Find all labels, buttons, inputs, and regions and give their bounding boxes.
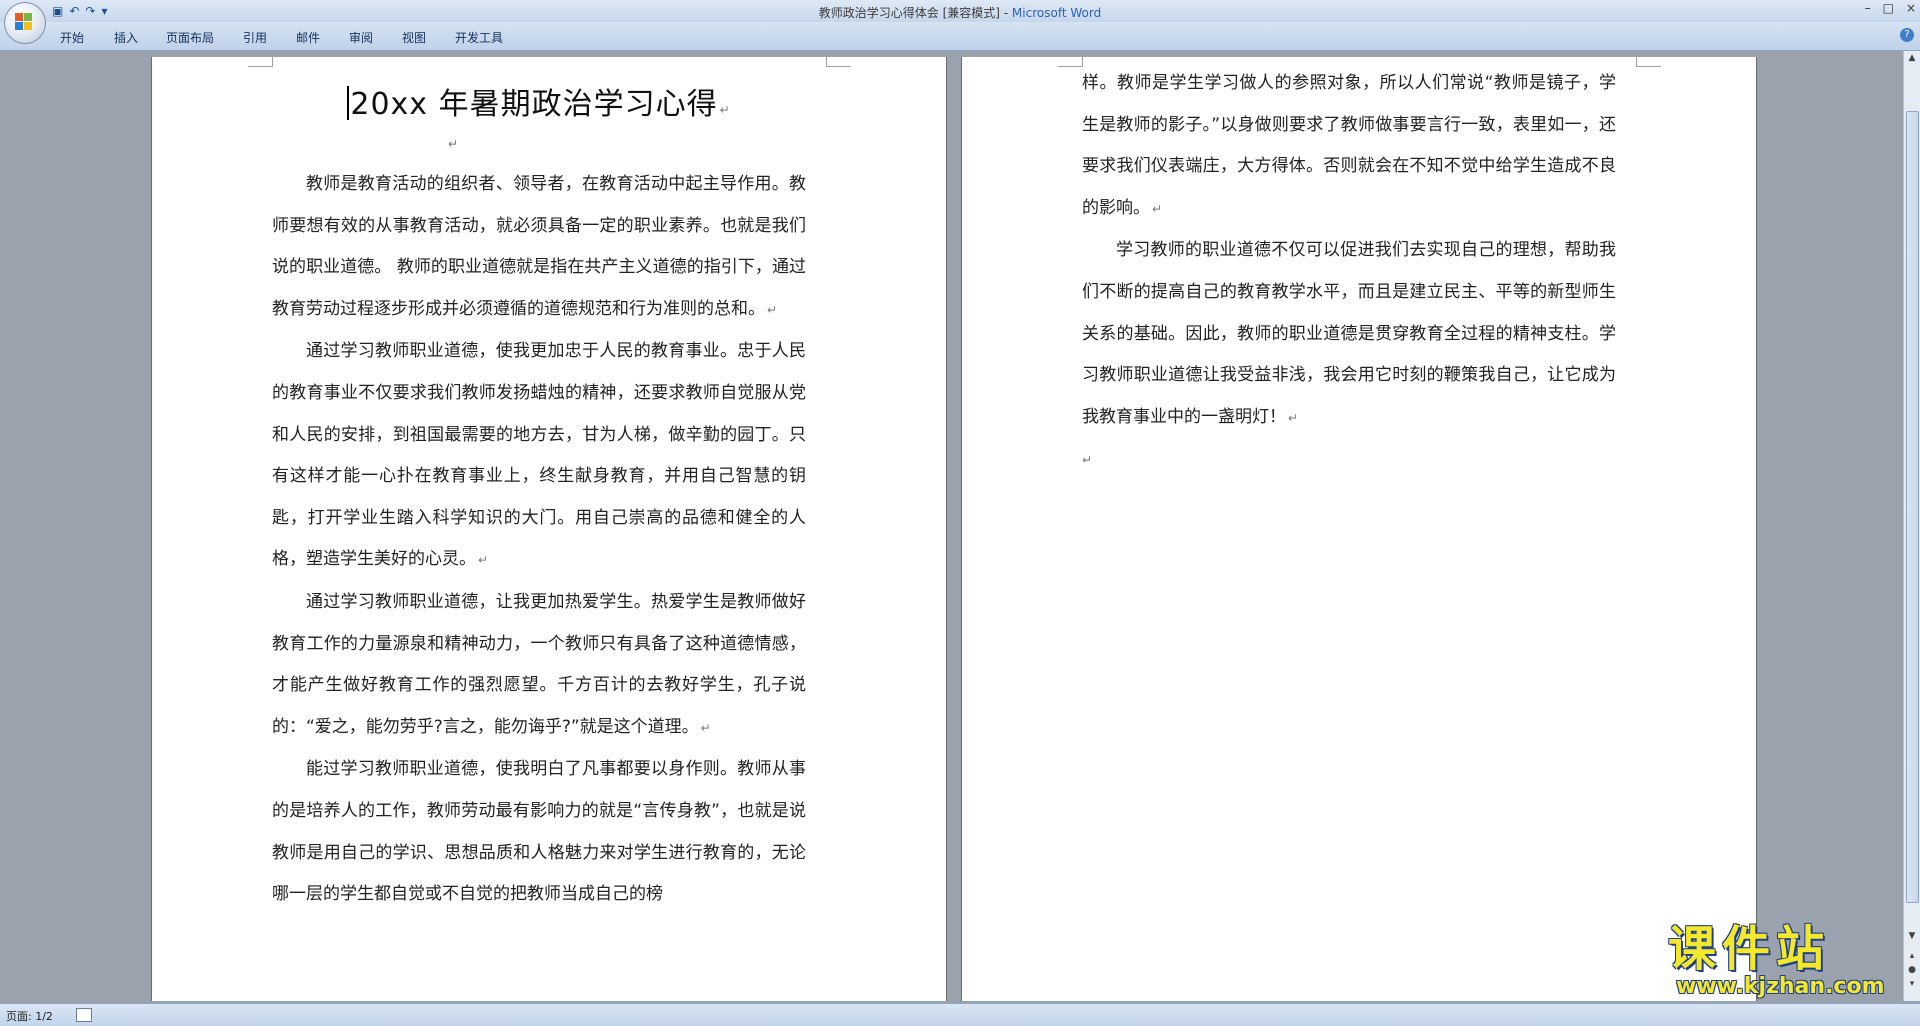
- tab-developer[interactable]: 开发工具: [455, 29, 503, 46]
- crop-mark: [248, 56, 273, 67]
- document-page-2[interactable]: 样。教师是学生学习做人的参照对象，所以人们常说“教师是镜子，学生是教师的影子。”…: [962, 56, 1756, 1001]
- paragraph: 学习教师的职业道德不仅可以促进我们去实现自己的理想，帮助我们不断的提高自己的教育…: [1082, 240, 1616, 427]
- paragraph: 能过学习教师职业道德，使我明白了凡事都要以身作则。教师从事的是培养人的工作，教师…: [272, 759, 806, 905]
- paragraph: 教师是教育活动的组织者、领导者，在教育活动中起主导作用。教师要想有效的从事教育活…: [272, 174, 806, 319]
- crop-mark: [1058, 56, 1083, 67]
- title-bar: ▣ ↶ ↷ ▾ 教师政治学习心得体会 [兼容模式] - Microsoft Wo…: [0, 0, 1920, 22]
- close-button[interactable]: ×: [1906, 1, 1916, 15]
- ribbon-tab-bar: 开始 插入 页面布局 引用 邮件 审阅 视图 开发工具 ?: [0, 22, 1920, 51]
- tab-review[interactable]: 审阅: [349, 29, 373, 46]
- document-workspace: 20xx 年暑期政治学习心得 ↵ ↵ 教师是教育活动的组织者、领导者，在教育活动中…: [0, 51, 1904, 1001]
- page-2-content: 样。教师是学生学习做人的参照对象，所以人们常说“教师是镜子，学生是教师的影子。”…: [1082, 63, 1616, 480]
- app-name: Microsoft Word: [1011, 6, 1102, 20]
- minimize-button[interactable]: –: [1865, 1, 1871, 15]
- macro-record-icon[interactable]: [76, 1008, 92, 1022]
- status-bar: 页面: 1/2: [0, 1003, 1920, 1026]
- tab-view[interactable]: 视图: [402, 29, 426, 46]
- watermark-main-text: 课件站: [1668, 921, 1831, 977]
- tab-mailings[interactable]: 邮件: [296, 29, 320, 46]
- page-count[interactable]: 页面: 1/2: [6, 1008, 53, 1024]
- help-icon[interactable]: ?: [1900, 28, 1914, 42]
- empty-paragraph: ↵: [448, 137, 459, 151]
- document-name: 教师政治学习心得体会 [兼容模式] -: [818, 6, 1012, 20]
- paragraph: 样。教师是学生学习做人的参照对象，所以人们常说“教师是镜子，学生是教师的影子。”…: [1082, 73, 1616, 218]
- paragraph: 通过学习教师职业道德，使我更加忠于人民的教育事业。忠于人民的教育事业不仅要求我们…: [272, 341, 806, 570]
- window-title: 教师政治学习心得体会 [兼容模式] - Microsoft Word: [0, 4, 1920, 21]
- tab-references[interactable]: 引用: [243, 29, 267, 46]
- tab-page-layout[interactable]: 页面布局: [166, 29, 214, 46]
- paragraph: 通过学习教师职业道德，让我更加热爱学生。热爱学生是教师做好教育工作的力量源泉和精…: [272, 591, 806, 737]
- page-1-content: 20xx 年暑期政治学习心得 ↵ ↵ 教师是教育活动的组织者、领导者，在教育活动中…: [272, 57, 806, 916]
- window-controls: – □ ×: [1865, 1, 1916, 15]
- empty-paragraph: ↵: [1082, 453, 1093, 468]
- document-title: 20xx 年暑期政治学习心得 ↵: [272, 79, 806, 123]
- scrollbar-thumb[interactable]: [1906, 111, 1919, 903]
- watermark-url: www.kjzhan.com: [1676, 974, 1885, 999]
- tab-insert[interactable]: 插入: [114, 29, 138, 46]
- watermark-logo: 课件站 www.kjzhan.com: [1668, 923, 1908, 1003]
- office-button[interactable]: [4, 2, 46, 44]
- crop-mark: [826, 56, 851, 67]
- scroll-up-icon[interactable]: ▲: [1906, 53, 1918, 63]
- vertical-scrollbar[interactable]: ▲ ▼ ▴ ● ▾: [1903, 51, 1920, 1001]
- office-logo-icon: [15, 13, 33, 31]
- maximize-button[interactable]: □: [1883, 1, 1894, 15]
- tab-home[interactable]: 开始: [60, 29, 84, 46]
- crop-mark: [1636, 56, 1661, 67]
- document-page-1[interactable]: 20xx 年暑期政治学习心得 ↵ ↵ 教师是教育活动的组织者、领导者，在教育活动中…: [152, 56, 946, 1001]
